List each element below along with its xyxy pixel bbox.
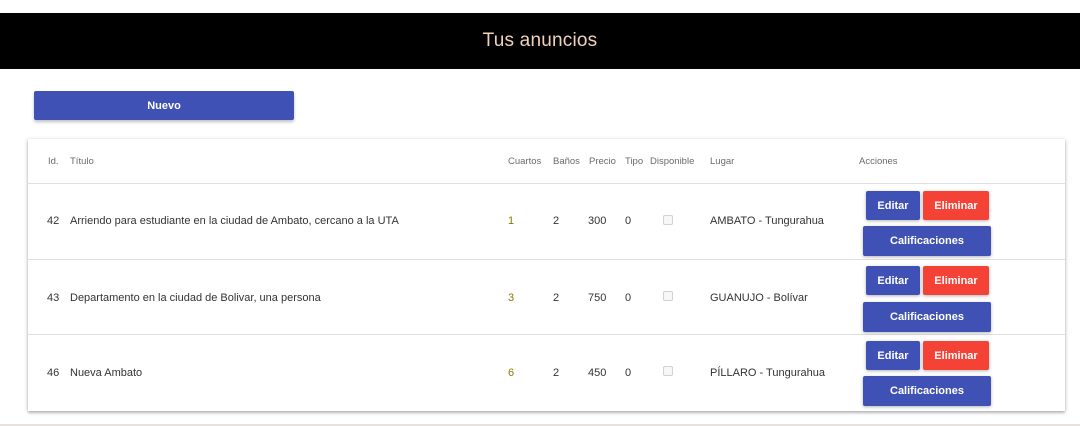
cell-baths: 2: [553, 292, 560, 304]
edit-button[interactable]: Editar: [866, 341, 920, 370]
available-checkbox[interactable]: [663, 291, 673, 301]
column-header-title: Título: [70, 156, 94, 167]
column-header-place: Lugar: [710, 156, 735, 167]
ratings-button[interactable]: Calificaciones: [863, 302, 991, 332]
cell-rooms: 6: [508, 367, 515, 379]
column-header-actions: Acciones: [859, 156, 898, 167]
delete-button[interactable]: Eliminar: [923, 341, 989, 370]
column-header-rooms: Cuartos: [508, 156, 542, 167]
cell-id: 46: [47, 367, 60, 379]
edit-button[interactable]: Editar: [866, 191, 920, 220]
page: Tus anuncios Nuevo Id. Título Cuartos Ba…: [0, 0, 1080, 426]
cell-price: 750: [588, 292, 607, 304]
cell-title: Nueva Ambato: [70, 367, 143, 379]
cell-price: 450: [588, 367, 607, 379]
edit-button[interactable]: Editar: [866, 266, 920, 295]
cell-rooms: 1: [508, 215, 515, 227]
cell-price: 300: [588, 215, 607, 227]
column-header-available: Disponible: [650, 156, 695, 167]
cell-title: Departamento en la ciudad de Bolivar, un…: [70, 292, 321, 304]
cell-place: PÍLLARO - Tungurahua: [710, 367, 825, 379]
cell-title: Arriendo para estudiante en la ciudad de…: [70, 215, 399, 227]
page-title: Tus anuncios: [482, 30, 598, 51]
cell-type: 0: [625, 292, 632, 304]
column-header-id: Id.: [48, 156, 59, 167]
cell-type: 0: [625, 367, 632, 379]
column-header-type: Tipo: [625, 156, 644, 167]
new-listing-button[interactable]: Nuevo: [34, 91, 294, 120]
column-header-baths: Baños: [553, 156, 580, 167]
table-row: 46 Nueva Ambato 6 2 450 0 PÍLLARO - Tung…: [28, 335, 1065, 411]
cell-place: GUANUJO - Bolívar: [710, 292, 808, 304]
cell-id: 43: [47, 292, 60, 304]
table-row: 43 Departamento en la ciudad de Bolivar,…: [28, 260, 1065, 335]
delete-button[interactable]: Eliminar: [923, 191, 989, 220]
available-checkbox[interactable]: [663, 215, 673, 225]
delete-button[interactable]: Eliminar: [923, 266, 989, 295]
cell-type: 0: [625, 215, 632, 227]
table-row: 42 Arriendo para estudiante en la ciudad…: [28, 184, 1065, 260]
top-strip: [0, 0, 1080, 13]
cell-rooms: 3: [508, 292, 515, 304]
cell-baths: 2: [553, 367, 560, 379]
cell-baths: 2: [553, 215, 560, 227]
cell-place: AMBATO - Tungurahua: [710, 215, 824, 227]
column-header-price: Precio: [589, 156, 616, 167]
listings-table: Id. Título Cuartos Baños Precio Tipo Dis…: [28, 139, 1065, 411]
ratings-button[interactable]: Calificaciones: [863, 226, 991, 256]
cell-id: 42: [47, 215, 60, 227]
available-checkbox[interactable]: [663, 366, 673, 376]
app-header: Tus anuncios: [0, 13, 1080, 69]
ratings-button[interactable]: Calificaciones: [863, 376, 991, 406]
table-header: Id. Título Cuartos Baños Precio Tipo Dis…: [28, 139, 1065, 184]
